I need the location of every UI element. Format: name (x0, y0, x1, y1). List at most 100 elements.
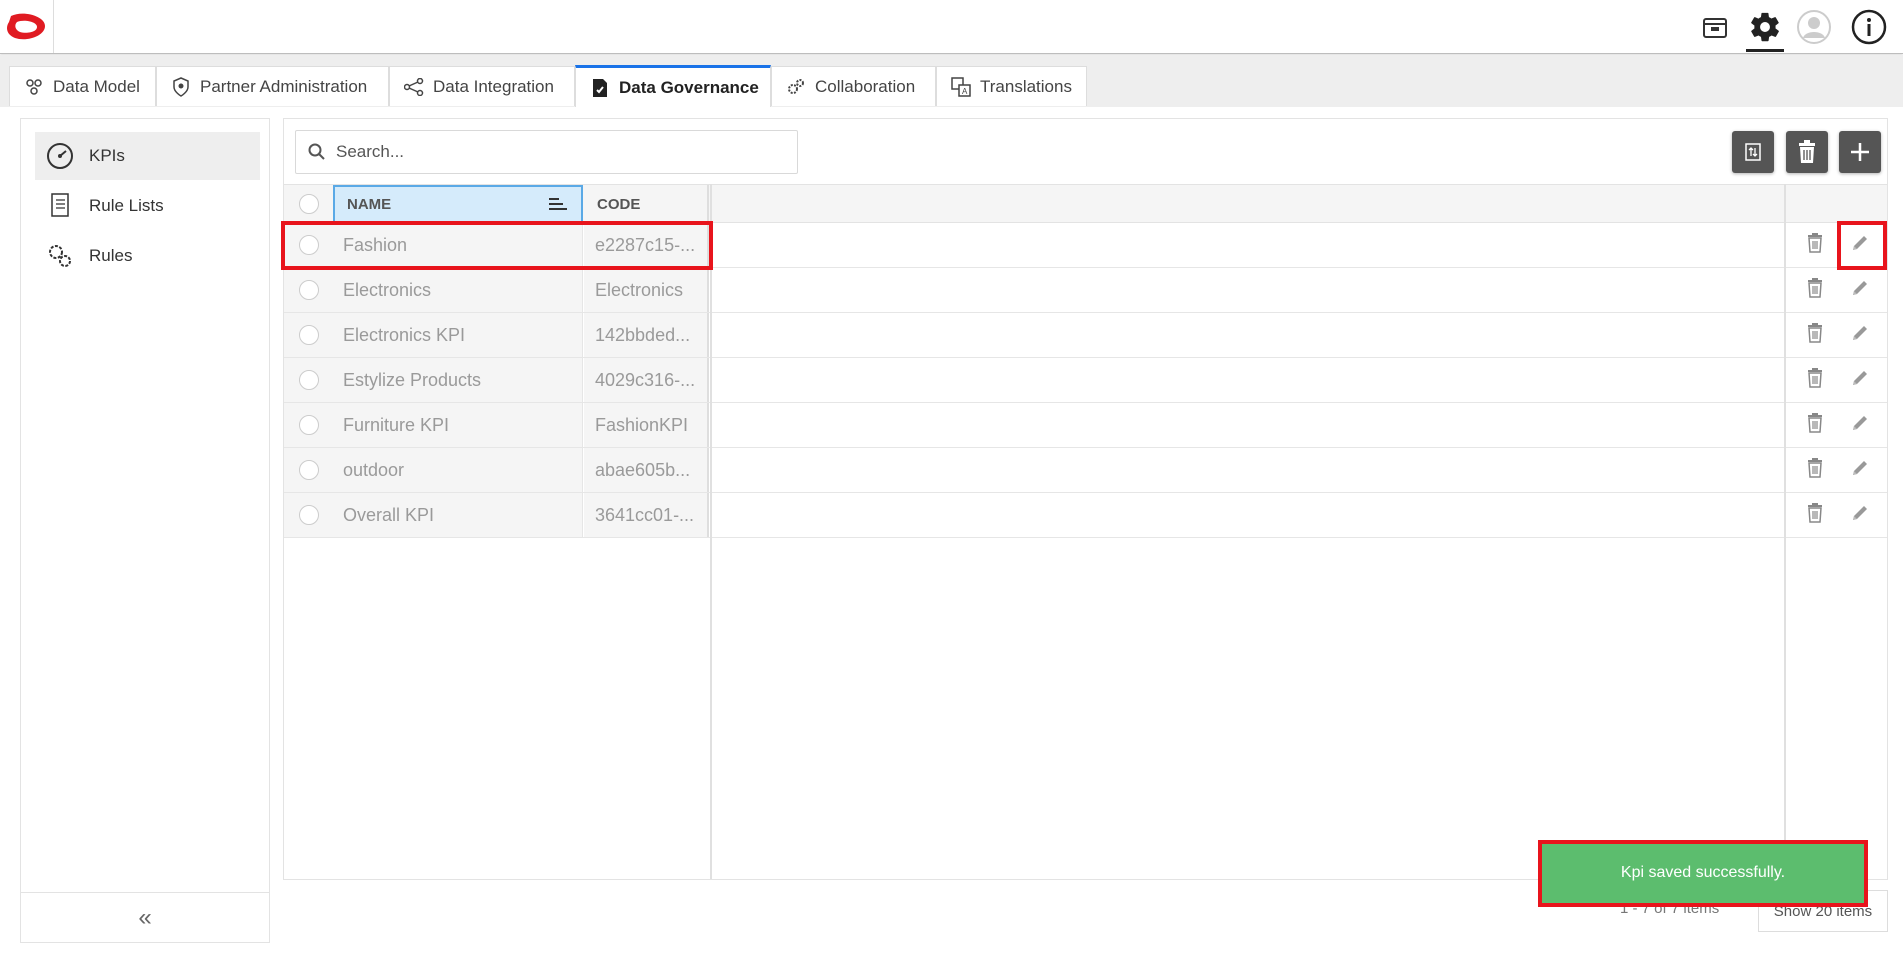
tab-label: Collaboration (815, 76, 916, 96)
column-header-name[interactable]: NAME (333, 185, 583, 223)
edit-row-button[interactable] (1840, 448, 1880, 492)
delete-row-button[interactable] (1795, 268, 1835, 312)
tab-translations[interactable]: A Translations (936, 66, 1087, 106)
table-row[interactable]: Electronics KPI 142bbded... (284, 313, 1887, 358)
collapse-sidebar-button[interactable]: « (21, 892, 269, 942)
search-icon (308, 143, 325, 160)
kpi-name-cell: Overall KPI (333, 493, 583, 537)
edit-row-button[interactable] (1840, 268, 1880, 312)
table-row[interactable]: Electronics Electronics (284, 268, 1887, 313)
gears-icon (45, 241, 75, 271)
delete-row-button[interactable] (1795, 448, 1835, 492)
info-icon[interactable] (1848, 6, 1890, 48)
double-chevron-left-icon: « (138, 903, 152, 931)
kpi-code-cell: 142bbded... (584, 313, 709, 357)
column-divider (1784, 184, 1786, 879)
sidebar: KPIs Rule Lists Rules « (20, 118, 270, 943)
kpi-name-cell: Electronics KPI (333, 313, 583, 357)
table-row[interactable]: Overall KPI 3641cc01-... (284, 493, 1887, 538)
table-row[interactable]: Estylize Products 4029c316-... (284, 358, 1887, 403)
tab-data-model[interactable]: Data Model (9, 66, 156, 106)
trash-icon (1807, 502, 1823, 528)
kpi-grid-panel: NAME CODE Fashione2287c15-...Electronics… (283, 118, 1888, 880)
row-select-checkbox[interactable] (284, 268, 333, 312)
delete-row-button[interactable] (1795, 313, 1835, 357)
tab-label: Data Integration (433, 76, 554, 96)
delete-row-button[interactable] (1795, 358, 1835, 402)
tab-collaboration[interactable]: Collaboration (771, 66, 936, 106)
sidebar-item-label: Rules (89, 246, 133, 265)
kpi-name-cell: outdoor (333, 448, 583, 492)
search-input[interactable] (336, 142, 776, 162)
sidebar-item-rules[interactable]: Rules (35, 232, 260, 280)
search-box[interactable] (295, 130, 798, 174)
kpi-name-cell: Electronics (333, 268, 583, 312)
tab-label: Data Model (53, 76, 140, 96)
row-select-checkbox[interactable] (284, 448, 333, 492)
user-avatar-icon[interactable] (1793, 6, 1835, 48)
pencil-icon (1850, 368, 1870, 393)
kpi-code-cell: abae605b... (584, 448, 709, 492)
delete-row-button[interactable] (1795, 403, 1835, 447)
grid-header: NAME CODE (284, 184, 1887, 223)
add-kpi-button[interactable] (1839, 131, 1881, 173)
governance-icon (590, 78, 610, 98)
edit-row-button[interactable] (1840, 313, 1880, 357)
kpi-code-cell: 4029c316-... (584, 358, 709, 402)
pencil-icon (1850, 323, 1870, 348)
delete-selected-button[interactable] (1786, 131, 1828, 173)
sort-icon (549, 198, 567, 210)
kpi-code-cell: e2287c15-... (584, 223, 709, 267)
top-bar (0, 0, 1903, 54)
tab-label: Partner Administration (200, 76, 368, 96)
edit-row-button[interactable] (1840, 493, 1880, 537)
column-divider (710, 184, 712, 879)
module-tabs: Data Model Partner Administration Data I… (0, 55, 1903, 107)
kpi-code-cell: 3641cc01-... (584, 493, 709, 537)
pencil-icon (1850, 233, 1870, 258)
trash-icon (1807, 367, 1823, 393)
pencil-icon (1850, 458, 1870, 483)
app-logo[interactable] (0, 0, 54, 53)
delete-row-button[interactable] (1795, 223, 1835, 267)
table-row[interactable]: outdoor abae605b... (284, 448, 1887, 493)
pencil-icon (1850, 278, 1870, 303)
trash-icon (1807, 232, 1823, 258)
edit-row-button[interactable] (1840, 403, 1880, 447)
success-toast: Kpi saved successfully. (1542, 842, 1864, 904)
nodes-icon (404, 77, 424, 97)
tab-data-governance[interactable]: Data Governance (575, 65, 771, 107)
plus-icon (1851, 143, 1869, 161)
column-label: NAME (347, 195, 392, 213)
gear-icon[interactable] (1744, 6, 1786, 52)
row-select-checkbox[interactable] (284, 313, 333, 357)
edit-row-button[interactable] (1840, 223, 1880, 267)
tab-data-integration[interactable]: Data Integration (389, 66, 575, 106)
column-header-code[interactable]: CODE (584, 185, 709, 223)
pencil-icon (1850, 503, 1870, 528)
trash-icon (1807, 412, 1823, 438)
refresh-button[interactable] (1732, 131, 1774, 173)
tab-partner-administration[interactable]: Partner Administration (156, 66, 389, 106)
gears-icon (786, 77, 806, 97)
row-select-checkbox[interactable] (284, 403, 333, 447)
trash-icon (1807, 322, 1823, 348)
trash-icon (1799, 140, 1815, 163)
refresh-icon (1745, 143, 1761, 161)
select-all-checkbox[interactable] (284, 185, 333, 223)
row-select-checkbox[interactable] (284, 493, 333, 537)
sidebar-item-label: KPIs (89, 146, 125, 165)
edit-row-button[interactable] (1840, 358, 1880, 402)
table-row[interactable]: Fashion e2287c15-... (284, 223, 1887, 268)
pencil-icon (1850, 413, 1870, 438)
kpi-name-cell: Estylize Products (333, 358, 583, 402)
row-select-checkbox[interactable] (284, 358, 333, 402)
sidebar-item-kpis[interactable]: KPIs (35, 132, 260, 180)
row-select-checkbox[interactable] (284, 223, 333, 267)
package-icon[interactable] (1694, 6, 1736, 48)
table-row[interactable]: Furniture KPI FashionKPI (284, 403, 1887, 448)
sidebar-item-rule-lists[interactable]: Rule Lists (35, 182, 260, 230)
column-label: CODE (597, 195, 641, 213)
kpi-code-cell: FashionKPI (584, 403, 709, 447)
delete-row-button[interactable] (1795, 493, 1835, 537)
